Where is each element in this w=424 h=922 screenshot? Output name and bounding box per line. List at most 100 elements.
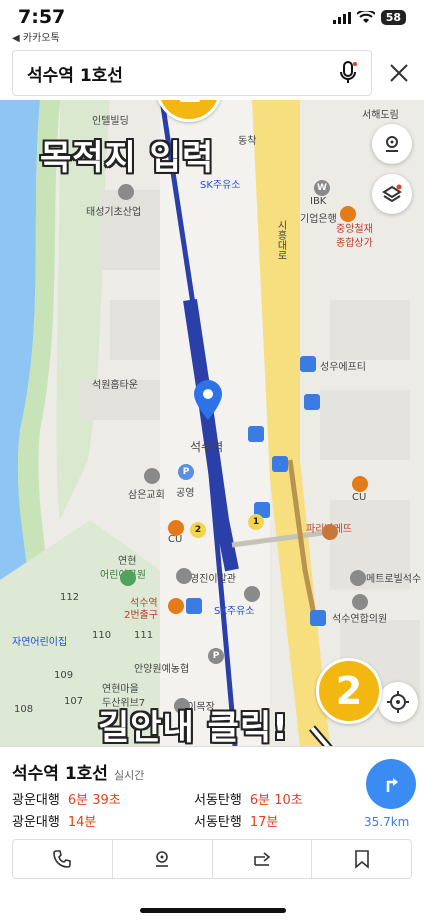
bus-stop-icon[interactable] (248, 426, 264, 442)
map-label-town: 연현마을 (102, 684, 139, 695)
line-1-badge-icon: 1 (248, 514, 264, 530)
search-input[interactable]: 석수역 1호선 (12, 50, 372, 96)
shop-icon[interactable] (340, 206, 356, 222)
annotation-step-2: 2 (316, 658, 382, 724)
map-label-ibk-bank: 기업은행 (300, 214, 337, 225)
bus-stop-icon[interactable] (300, 356, 316, 372)
map-label-metro: 메트로빌석수 (366, 574, 422, 585)
restaurant-icon[interactable] (168, 598, 184, 614)
arrival-time: 6분 10초 (249, 793, 303, 808)
map-label-station: 석수역 (190, 440, 224, 454)
map-label-taesung: 태성기초산업 (86, 207, 142, 218)
location-pin-icon[interactable] (194, 380, 222, 420)
status-bar: 7:57 ◀ 카카오톡 58 (0, 0, 424, 44)
wifi-icon (356, 11, 375, 23)
home-indicator (140, 908, 286, 913)
status-icons: 58 (332, 10, 406, 25)
map-label-109: 109 (54, 670, 74, 681)
street-view-icon (386, 136, 398, 152)
signal-icon (332, 11, 351, 24)
map-label-ibk: IBK (310, 196, 327, 207)
poi-marker[interactable] (244, 586, 260, 602)
directions-button[interactable] (366, 759, 416, 809)
map-label-church: 삼은교회 (128, 490, 165, 501)
street-view-icon (156, 851, 169, 867)
map-label-seoul: 서해도림 (362, 110, 399, 121)
back-to-app-link[interactable]: ◀ 카카오톡 (12, 29, 60, 44)
station-title-row: 석수역 1호선 실시간 (12, 759, 144, 784)
bus-stop-icon[interactable] (304, 394, 320, 410)
church-icon[interactable] (144, 468, 160, 484)
map-label-107: 107 (64, 696, 84, 707)
map-label-111: 111 (134, 630, 154, 641)
arrival-item: 서동탄행 6분 10초 (194, 789, 303, 808)
layers-icon (382, 184, 402, 203)
arrival-direction: 광운대행 (12, 815, 60, 830)
barber-icon[interactable] (176, 568, 192, 584)
layers-button[interactable] (372, 174, 412, 214)
map-label-dongchak: 동착 (238, 136, 257, 147)
map-label-108: 108 (14, 704, 34, 715)
line-2-badge-icon: 2 (190, 522, 206, 538)
map-view[interactable]: 인텔빌딩 서해도림 동착 SK주유소 태성기초산업 IBK 기업은행 시흥대로 … (0, 100, 424, 746)
bus-stop-icon[interactable] (186, 598, 202, 614)
park-icon[interactable] (120, 570, 136, 586)
bakery-icon[interactable] (322, 524, 338, 540)
directions-icon (386, 778, 398, 792)
arrival-time: 17분 (249, 815, 279, 830)
realtime-label: 실시간 (113, 769, 145, 782)
building-icon[interactable] (350, 570, 366, 586)
map-label-road: 시흥대로 (275, 220, 286, 260)
map-label-yeonhyun: 연현 (118, 556, 137, 567)
convenience-store-icon[interactable] (352, 476, 368, 492)
action-bar (12, 839, 412, 879)
bookmark-icon (354, 850, 369, 869)
map-label-seokwon: 석원홈타운 (92, 380, 138, 391)
share-button[interactable] (213, 840, 313, 878)
map-label-gate-exit: 2번출구 (124, 610, 158, 621)
map-label-clinic: 석수연합의원 (332, 614, 388, 625)
arrival-item: 광운대행 14분 (12, 811, 96, 830)
bus-stop-icon[interactable] (272, 456, 288, 472)
phone-icon (53, 850, 72, 868)
map-label-cu2: CU (352, 492, 367, 503)
map-label-yeongjin: 영진이발관 (190, 574, 236, 585)
my-location-button[interactable] (378, 682, 418, 722)
map-label-112: 112 (60, 592, 80, 603)
bank-icon[interactable]: W (314, 180, 330, 196)
map-label-intel: 인텔빌딩 (92, 116, 129, 127)
map-label-sk2: SK주유소 (214, 606, 255, 617)
annotation-step-2-text: 길안내 클릭! (98, 708, 289, 746)
arrival-direction: 서동탄행 (194, 793, 242, 808)
bookmark-button[interactable] (312, 840, 411, 878)
close-button[interactable] (382, 56, 416, 90)
map-label-seongwoo: 성우에프티 (320, 362, 366, 373)
arrival-time: 6분 39초 (67, 793, 121, 808)
parking-icon[interactable]: P (208, 648, 224, 664)
map-label-110: 110 (92, 630, 112, 641)
poi-marker[interactable] (118, 184, 134, 200)
parking-icon[interactable]: P (178, 464, 194, 480)
arrival-direction: 서동탄행 (194, 815, 242, 830)
search-query: 석수역 1호선 (27, 65, 123, 86)
share-icon (254, 852, 271, 866)
call-button[interactable] (13, 840, 113, 878)
close-icon (390, 64, 408, 82)
status-time: 7:57 (18, 6, 66, 28)
street-view-button[interactable] (372, 124, 412, 164)
bus-stop-icon[interactable] (310, 610, 326, 626)
distance-label: 35.7km (364, 815, 410, 829)
microphone-icon[interactable] (339, 61, 357, 85)
crosshair-icon (387, 691, 409, 713)
arrival-time: 14분 (67, 815, 97, 830)
map-label-nature: 자연어린이집 (12, 637, 68, 648)
arrival-direction: 광운대행 (12, 793, 60, 808)
station-title: 석수역 1호선 (12, 764, 108, 784)
battery-level: 58 (380, 10, 406, 25)
arrival-item: 서동탄행 17분 (194, 811, 278, 830)
clinic-icon[interactable] (352, 594, 368, 610)
arrival-item: 광운대행 6분 39초 (12, 789, 121, 808)
street-view-action-button[interactable] (113, 840, 213, 878)
map-label-park: 공영 (176, 488, 195, 499)
convenience-store-icon[interactable] (168, 520, 184, 536)
